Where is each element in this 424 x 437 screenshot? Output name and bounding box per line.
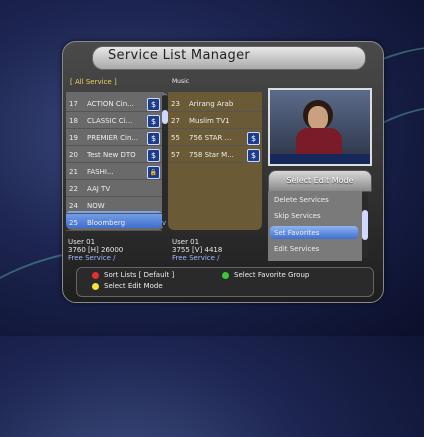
help-select-favorite-group: Select Favorite Group (234, 271, 310, 279)
row-divider (168, 162, 262, 163)
left-service-info: User 01 3760 [H] 26000 Free Service / (68, 238, 123, 262)
page-title: Service List Manager (108, 48, 251, 63)
music-channel-number: 57 (171, 150, 180, 159)
music-list-item[interactable]: 23 Arirang Arab (168, 95, 262, 112)
music-channel-number: 55 (171, 133, 180, 142)
music-channel-name: Arirang Arab (189, 99, 234, 108)
all-service-channel-name: ACTION Cin... (87, 99, 134, 108)
scrambled-icon: $ (147, 132, 160, 145)
scrambled-icon: $ (147, 115, 160, 128)
all-service-list-item[interactable]: 24 NOW (66, 197, 162, 214)
music-channel-number: 23 (171, 99, 180, 108)
all-service-channel-number: 25 (69, 218, 78, 227)
tab-all-service[interactable]: [ All Service ] (70, 78, 117, 86)
all-service-channel-number: 24 (69, 201, 78, 210)
yellow-button-icon (92, 283, 99, 290)
help-select-edit-mode: Select Edit Mode (104, 282, 163, 290)
all-service-channel-name: PREMIER Cin... (87, 133, 139, 142)
menu-item-delete-services[interactable]: Delete Services (274, 196, 329, 204)
scrambled-icon: $ (147, 149, 160, 162)
all-service-list-item[interactable]: 22 AAJ TV (66, 180, 162, 197)
all-service-channel-number: 18 (69, 116, 78, 125)
red-button-icon (92, 272, 99, 279)
menu-item-edit-services[interactable]: Edit Services (274, 245, 319, 253)
all-service-channel-number: 17 (69, 99, 78, 108)
menu-item-set-favorites[interactable]: Set Favorites (274, 229, 319, 237)
right-info-frequency: 3755 [V] 4418 (172, 246, 223, 254)
right-info-service: Free Service / (172, 254, 220, 262)
edit-mode-title: Select Edit Mode (268, 170, 372, 192)
all-service-channel-name: NOW (87, 201, 105, 210)
music-channel-name: 758 Star M... (189, 150, 234, 159)
edit-mode-scroll-thumb[interactable] (362, 210, 368, 240)
all-service-channel-number: 19 (69, 133, 78, 142)
right-service-info: User 01 3755 [V] 4418 Free Service / (172, 238, 222, 262)
scroll-down-icon[interactable]: v (162, 219, 166, 227)
all-service-channel-name: CLASSIC Ci... (87, 116, 133, 125)
music-channel-name: 756 STAR ... (189, 133, 232, 142)
left-info-service: Free Service / (68, 254, 116, 262)
all-service-channel-number: 20 (69, 150, 78, 159)
all-service-channel-number: 22 (69, 184, 78, 193)
scrambled-icon: $ (247, 149, 260, 162)
green-button-icon (222, 272, 229, 279)
news-ticker (270, 154, 370, 164)
menu-item-skip-services[interactable]: Skip Services (274, 212, 321, 220)
tab-music[interactable]: Music (172, 78, 189, 85)
news-anchor-face (308, 106, 328, 130)
right-info-user: User 01 (172, 238, 200, 246)
music-channel-name: Muslim TV1 (189, 116, 230, 125)
lock-icon: 🔒 (147, 166, 160, 179)
all-service-list-item[interactable]: 25 Bloomberg (66, 214, 162, 231)
row-divider (66, 230, 162, 231)
music-channel-number: 27 (171, 116, 180, 125)
all-service-channel-name: Bloomberg (87, 218, 126, 227)
all-service-channel-name: Test New DTO (87, 150, 136, 159)
scrambled-icon: $ (247, 132, 260, 145)
left-info-user: User 01 (68, 238, 96, 246)
scrambled-icon: $ (147, 98, 160, 111)
all-service-channel-name: FASHI... (87, 167, 114, 176)
video-preview (268, 88, 372, 166)
left-info-frequency: 3760 [H] 26000 (68, 246, 124, 254)
scroll-up-icon[interactable]: ^ (162, 93, 168, 101)
music-list-item[interactable]: 27 Muslim TV1 (168, 112, 262, 129)
help-sort-lists: Sort Lists [ Default ] (104, 271, 175, 279)
all-service-channel-number: 21 (69, 167, 78, 176)
all-service-channel-name: AAJ TV (87, 184, 111, 193)
